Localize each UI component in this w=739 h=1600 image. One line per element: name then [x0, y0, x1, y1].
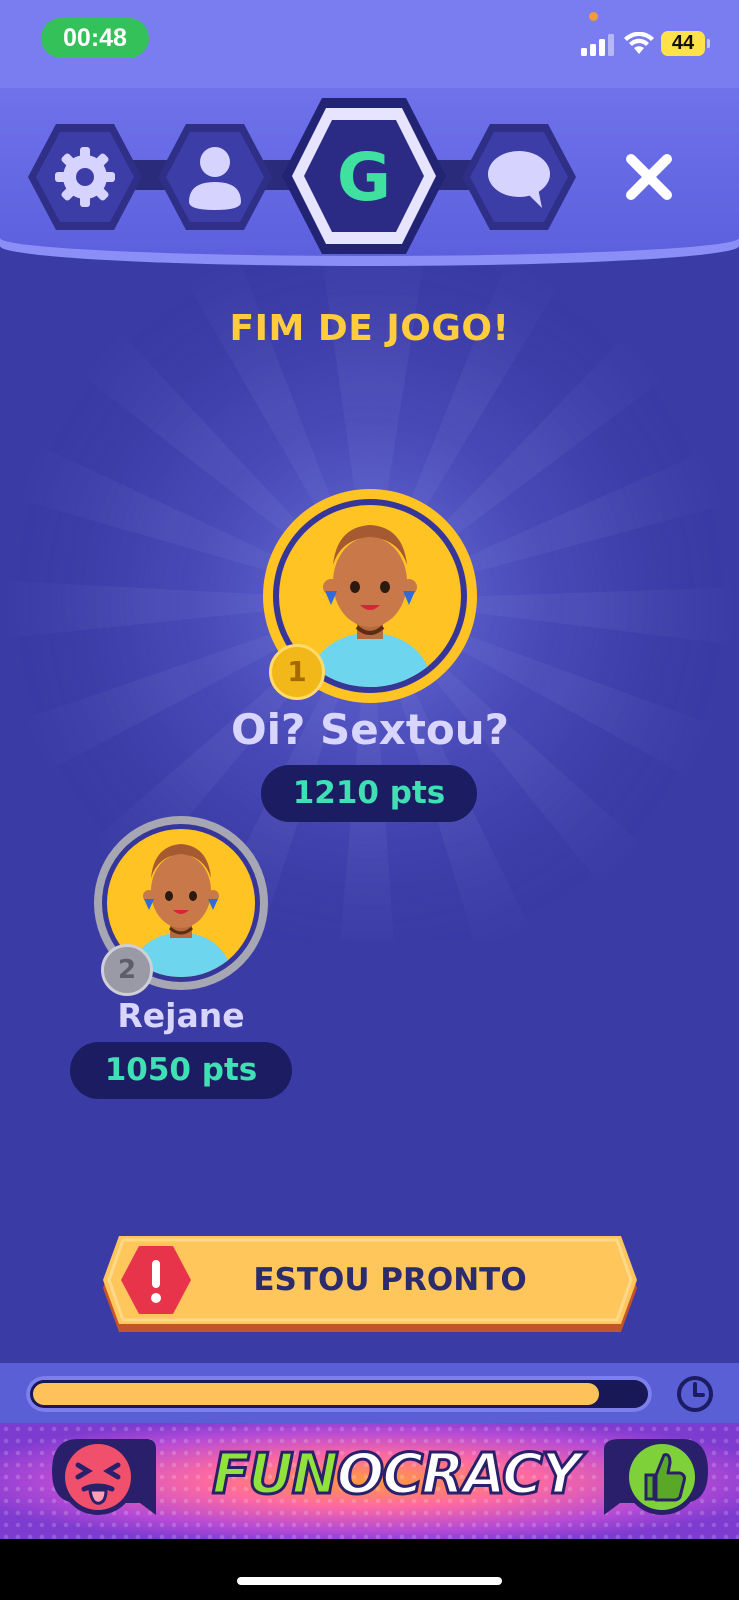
nav-profile-button[interactable]: [156, 122, 274, 232]
player-2-name: Rejane: [117, 996, 245, 1035]
nav-game-button[interactable]: G: [280, 96, 448, 256]
player-1-score: 1210 pts: [261, 765, 477, 822]
nav-chat-button[interactable]: [460, 122, 578, 232]
ready-button-label: ESTOU PRONTO: [253, 1262, 527, 1298]
clock-icon: [677, 1376, 713, 1412]
wifi-icon: [624, 32, 654, 54]
tongue-out-face-icon[interactable]: [48, 1433, 160, 1527]
status-time: 00:48: [41, 18, 149, 58]
brand-suffix: OCRACY: [335, 1441, 583, 1509]
game-logo-icon: G: [337, 139, 391, 216]
brand-prefix: FUN: [211, 1441, 341, 1509]
battery-tip: [707, 39, 710, 48]
privacy-indicator-dot: [589, 12, 598, 21]
battery-level: 44: [661, 31, 705, 56]
thumbs-up-icon[interactable]: [600, 1433, 712, 1527]
player-1-name: Oi? Sextou?: [230, 705, 510, 754]
nav-settings-button[interactable]: [26, 122, 144, 232]
close-icon: [626, 154, 672, 200]
rank-badge-2: 2: [101, 944, 153, 996]
home-indicator-area: [0, 1539, 739, 1600]
gear-icon: [55, 147, 115, 207]
cellular-signal-icon: [581, 34, 614, 56]
funocracy-logo: FUNOCRACY: [211, 1441, 584, 1509]
timer-progress-fill: [33, 1383, 599, 1405]
player-2-score: 1050 pts: [70, 1042, 292, 1099]
game-over-title: FIM DE JOGO!: [229, 308, 510, 349]
home-indicator[interactable]: [237, 1577, 502, 1585]
rank-badge-1: 1: [269, 644, 325, 700]
close-button[interactable]: [622, 150, 676, 204]
app-root: 00:48 44 G FIM DE JOGO! 1 Oi? Sextou? 12…: [0, 0, 739, 1600]
